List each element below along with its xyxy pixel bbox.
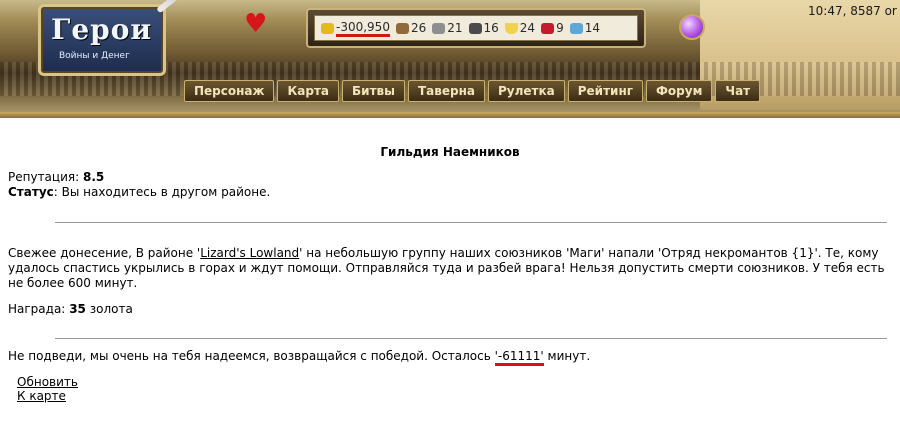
page-title: Гильдия Наемников: [380, 145, 520, 159]
reward-line: Награда: 35 золота: [8, 302, 133, 316]
main-navigation: Персонаж Карта Битвы Таверна Рулетка Рей…: [184, 80, 761, 102]
gold-icon: [321, 22, 334, 34]
nav-chat[interactable]: Чат: [715, 80, 761, 102]
status-label: Статус: [8, 185, 54, 199]
gem-icon: [569, 22, 583, 34]
wood-amount: 26: [410, 21, 427, 35]
warning-line: Не подведи, мы очень на тебя надеемся, в…: [8, 349, 591, 366]
sulfur-amount: 24: [519, 21, 536, 35]
minutes-remaining: '-61111': [494, 349, 544, 366]
logo-subtitle: Войны и Денег: [59, 51, 130, 61]
status-line: Статус: Вы находитесь в другом районе.: [8, 185, 270, 199]
mana-orb-icon[interactable]: [679, 14, 705, 40]
action-links: Обновить К карте: [17, 375, 78, 403]
game-header: Герои Войны и Денег ♥ -300,950 26 21 16: [0, 0, 900, 118]
crystals-amount: 9: [556, 21, 564, 35]
resource-sulfur: 24: [504, 21, 536, 35]
header-border: [0, 112, 900, 118]
divider: [55, 222, 887, 223]
reputation-value: 8.5: [82, 170, 105, 184]
heart-icon[interactable]: ♥: [244, 11, 268, 37]
gold-amount: -300,950: [336, 20, 390, 37]
wood-icon: [395, 22, 409, 34]
resource-crystals: 9: [541, 21, 564, 35]
to-map-link[interactable]: К карте: [17, 389, 78, 403]
sulfur-icon: [504, 22, 518, 34]
mercury-icon: [468, 22, 482, 34]
crystal-icon: [541, 22, 555, 34]
game-logo[interactable]: Герои Войны и Денег: [38, 4, 166, 76]
location-link[interactable]: Lizard's Lowland: [200, 246, 299, 260]
nav-map[interactable]: Карта: [277, 80, 340, 102]
ore-amount: 21: [447, 21, 463, 35]
refresh-link[interactable]: Обновить: [17, 375, 78, 389]
reputation-label: Репутация:: [8, 170, 80, 184]
reward-unit: золота: [89, 302, 133, 316]
status-text: : Вы находитесь в другом районе.: [53, 185, 271, 199]
warning-text-end: минут.: [543, 349, 591, 363]
resource-gems: 14: [569, 21, 600, 35]
mercury-amount: 16: [483, 21, 499, 35]
reputation-line: Репутация: 8.5: [8, 170, 104, 184]
nav-tavern[interactable]: Таверна: [408, 80, 485, 102]
quest-description: Свежее донесение, В районе 'Lizard's Low…: [8, 246, 888, 291]
nav-forum[interactable]: Форум: [646, 80, 713, 102]
resource-ore: 21: [432, 21, 463, 35]
warning-text-start: Не подведи, мы очень на тебя надеемся, в…: [8, 349, 495, 363]
nav-battles[interactable]: Битвы: [342, 80, 405, 102]
news-text-start: Свежее донесение, В районе ': [8, 246, 201, 260]
ore-icon: [432, 22, 446, 34]
server-clock: 10:47, 8587 or: [808, 4, 897, 18]
resource-gold: -300,950: [321, 20, 390, 37]
gems-amount: 14: [584, 21, 600, 35]
nav-character[interactable]: Персонаж: [184, 80, 275, 102]
logo-title: Герои: [51, 13, 153, 46]
resource-wood: 26: [395, 21, 427, 35]
reward-value: 35: [69, 302, 86, 316]
resource-bar: -300,950 26 21 16 24 9 14: [306, 8, 646, 48]
nav-roulette[interactable]: Рулетка: [488, 80, 565, 102]
divider: [55, 338, 887, 339]
resource-mercury: 16: [468, 21, 499, 35]
nav-rating[interactable]: Рейтинг: [567, 80, 644, 102]
reward-label: Награда:: [8, 302, 66, 316]
